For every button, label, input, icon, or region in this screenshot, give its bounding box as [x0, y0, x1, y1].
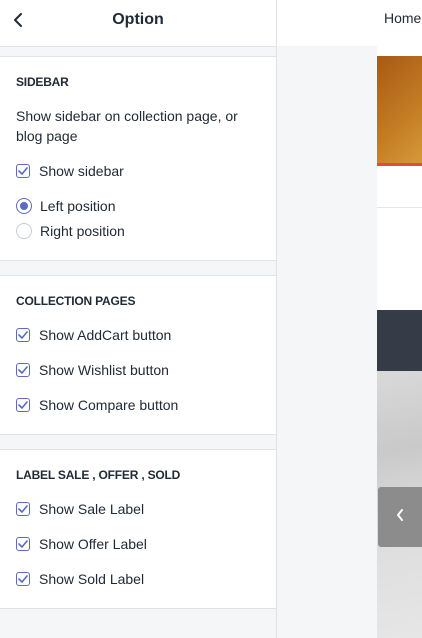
checkbox-label: Show AddCart button [39, 327, 172, 343]
panel-header: Option [0, 0, 276, 47]
section-heading: COLLECTION PAGES [16, 294, 136, 308]
checkbox-label: Show sidebar [39, 163, 124, 179]
checkmark-icon [18, 167, 28, 175]
checkbox-label: Show Compare button [39, 397, 179, 413]
checkbox-checked[interactable] [16, 363, 30, 377]
hero-accent-line [377, 163, 422, 166]
section-heading: LABEL SALE , OFFER , SOLD [16, 468, 181, 482]
show-compare-checkbox[interactable]: Show Compare button [16, 395, 178, 415]
hero-banner [377, 56, 422, 164]
radio-selected[interactable] [16, 198, 32, 214]
checkmark-icon [18, 331, 28, 339]
checkbox-label: Show Sold Label [39, 571, 145, 587]
collection-pages-section: COLLECTION PAGES Show AddCart button Sho… [0, 275, 276, 435]
label-sale-section: LABEL SALE , OFFER , SOLD Show Sale Labe… [0, 449, 276, 609]
show-wishlist-checkbox[interactable]: Show Wishlist button [16, 360, 169, 380]
show-sale-label-checkbox[interactable]: Show Sale Label [16, 499, 144, 519]
chevron-left-icon [396, 508, 404, 526]
show-addcart-checkbox[interactable]: Show AddCart button [16, 325, 171, 345]
checkbox-checked[interactable] [16, 537, 30, 551]
checkmark-icon [18, 540, 28, 548]
divider [377, 207, 422, 208]
show-sold-label-checkbox[interactable]: Show Sold Label [16, 569, 144, 589]
checkbox-checked[interactable] [16, 398, 30, 412]
radio-unselected[interactable] [16, 223, 32, 239]
preview-nav: Home [277, 0, 422, 46]
settings-panel: Option SIDEBAR Show sidebar on collectio… [0, 0, 277, 638]
right-position-radio[interactable]: Right position [16, 221, 125, 241]
dark-banner [377, 310, 422, 371]
left-position-radio[interactable]: Left position [16, 196, 116, 216]
slider-prev-button[interactable] [378, 487, 422, 547]
radio-label: Left position [40, 198, 116, 214]
store-preview: Home [277, 0, 422, 638]
section-description: Show sidebar on collection page, or blog… [16, 108, 238, 144]
show-offer-label-checkbox[interactable]: Show Offer Label [16, 534, 147, 554]
checkbox-label: Show Offer Label [39, 536, 147, 552]
panel-title: Option [112, 11, 164, 28]
checkbox-label: Show Sale Label [39, 501, 145, 517]
checkmark-icon [18, 505, 28, 513]
nav-home-link[interactable]: Home [384, 10, 421, 26]
checkmark-icon [18, 366, 28, 374]
checkmark-icon [18, 401, 28, 409]
checkbox-label: Show Wishlist button [39, 362, 169, 378]
checkbox-checked[interactable] [16, 328, 30, 342]
radio-label: Right position [40, 223, 125, 239]
sidebar-section: SIDEBAR Show sidebar on collection page,… [0, 56, 276, 261]
checkbox-checked[interactable] [16, 502, 30, 516]
checkbox-checked[interactable] [16, 572, 30, 586]
section-heading: SIDEBAR [16, 75, 69, 89]
checkbox-checked[interactable] [16, 164, 30, 178]
show-sidebar-checkbox[interactable]: Show sidebar [16, 161, 124, 181]
preview-gutter [277, 46, 377, 638]
checkmark-icon [18, 575, 28, 583]
